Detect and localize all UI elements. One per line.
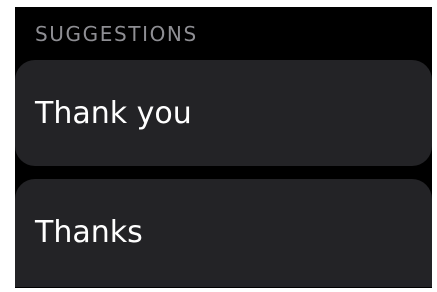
suggestion-label: Thanks [35, 215, 143, 250]
suggestion-label: Thank you [35, 96, 192, 131]
suggestion-thank-you-button[interactable]: Thank you [15, 60, 432, 166]
suggestions-header: SUGGESTIONS [35, 22, 198, 46]
suggestion-thanks-button[interactable]: Thanks [15, 179, 432, 287]
watch-screen: SUGGESTIONS Thank you Thanks [15, 7, 432, 288]
